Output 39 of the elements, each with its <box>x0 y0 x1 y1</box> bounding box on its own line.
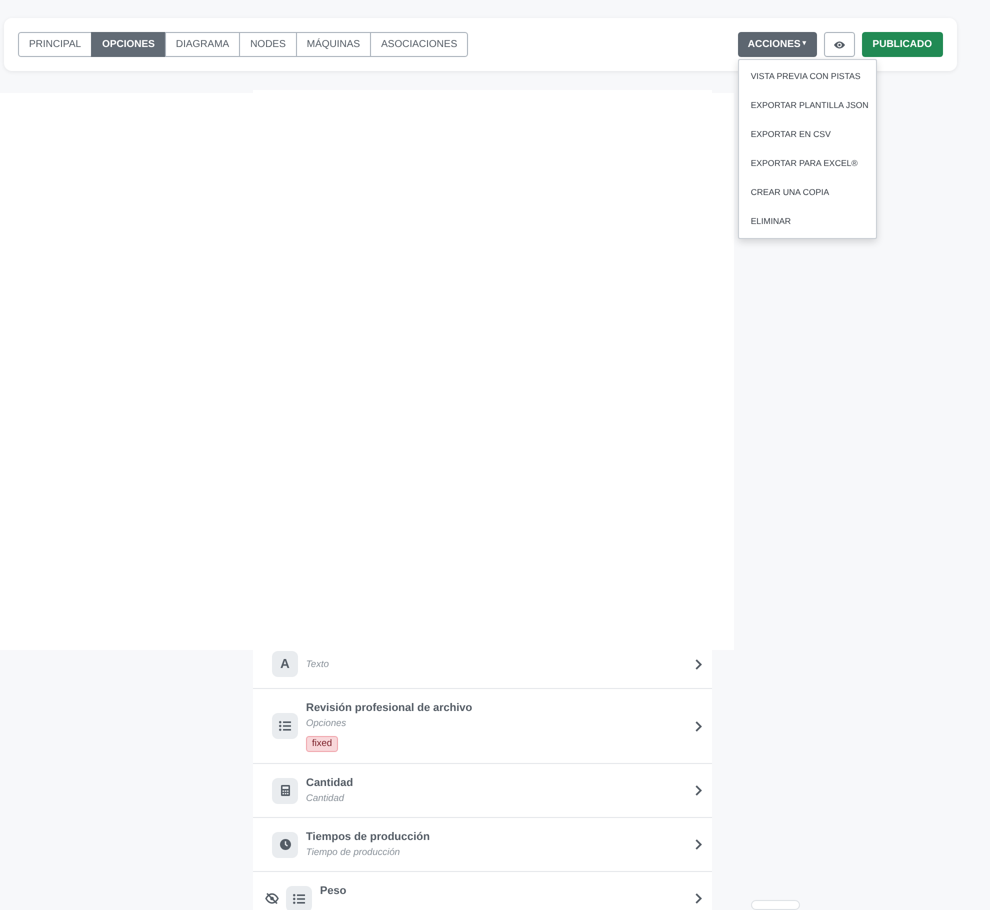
tab[interactable]: OPCIONES <box>91 32 166 57</box>
chevron-right-icon <box>695 893 702 904</box>
field-row[interactable]: Peso <box>253 871 712 910</box>
field-row[interactable]: Tiempos de producción Tiempo de producción <box>253 817 712 871</box>
list-icon <box>279 721 291 731</box>
preview-button[interactable] <box>824 32 855 57</box>
tab[interactable]: DIAGRAMA <box>164 32 240 57</box>
list-icon <box>293 894 305 904</box>
menu-item[interactable]: EXPORTAR PLANTILLA JSON <box>738 91 876 120</box>
menu-item[interactable]: CREAR UNA COPIA <box>738 178 876 207</box>
chevron-right-icon <box>695 720 702 732</box>
chevron-right-icon <box>695 839 702 850</box>
field-type: Tiempo de producción <box>306 846 400 860</box>
letter-icon: A <box>280 654 290 674</box>
tab[interactable]: PRINCIPAL <box>18 32 92 57</box>
menu-item[interactable]: EXPORTAR PARA EXCEL® <box>738 149 876 178</box>
field-title: Tiempos de producción <box>306 830 430 845</box>
tag: fixed <box>306 736 338 752</box>
published-button[interactable]: PUBLICADO <box>862 32 943 57</box>
field-row[interactable]: Revisión profesional de archivo Opciones fixed <box>253 688 712 763</box>
field-type: Cantidad <box>306 792 344 806</box>
eye-icon <box>834 40 845 48</box>
field-type: Texto <box>306 658 329 672</box>
floating-panel <box>751 900 800 910</box>
tab[interactable]: ASOCIACIONES <box>370 32 468 57</box>
field-title: Peso <box>320 884 346 899</box>
calculator-icon <box>280 785 290 796</box>
tab[interactable]: MÁQUINAS <box>296 32 372 57</box>
tab[interactable]: NODES <box>239 32 297 57</box>
menu-item[interactable]: VISTA PREVIA CON PISTAS <box>738 62 876 91</box>
field-type: Opciones <box>306 717 346 731</box>
menu-item[interactable]: EXPORTAR EN CSV <box>738 120 876 149</box>
menu-item[interactable]: ELIMINAR <box>738 207 876 236</box>
field-title: Revisión profesional de archivo <box>306 701 472 716</box>
field-title: Cantidad <box>306 776 354 791</box>
chevron-right-icon <box>695 785 702 796</box>
clock-icon <box>280 839 290 850</box>
chevron-right-icon <box>695 658 702 670</box>
field-row[interactable]: Cantidad Cantidad <box>253 763 712 817</box>
